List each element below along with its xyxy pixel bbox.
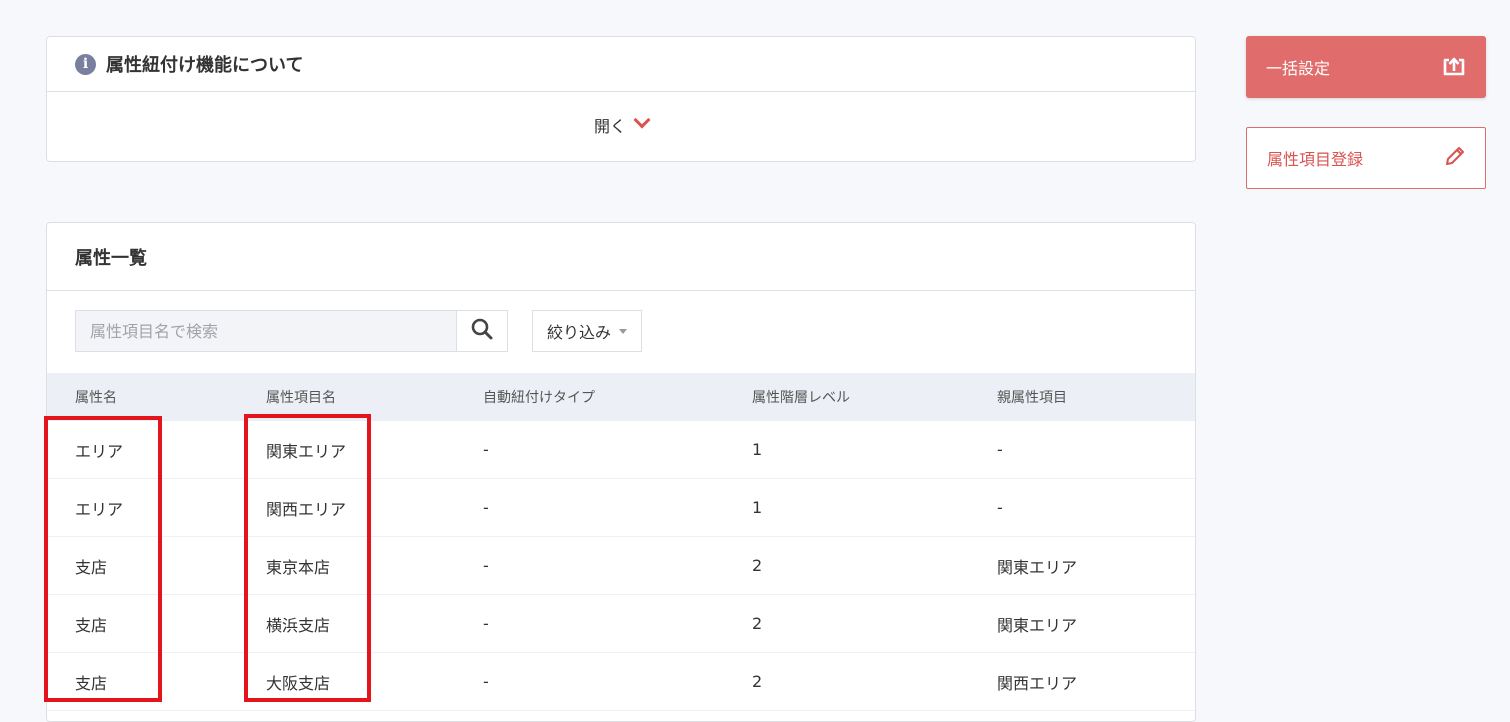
- info-card-title: 属性紐付け機能について: [106, 55, 304, 76]
- cell-parent-item: -: [997, 498, 1003, 517]
- table-row[interactable]: エリア 関東エリア - 1 -: [47, 421, 1195, 479]
- search-input[interactable]: [75, 310, 456, 352]
- expand-toggle[interactable]: 開く: [47, 111, 1195, 137]
- cell-attribute-name: 支店: [75, 557, 108, 577]
- table-row[interactable]: エリア 関西エリア - 1 -: [47, 479, 1195, 537]
- cell-parent-item: 関東エリア: [997, 557, 1078, 577]
- info-icon: i: [75, 53, 96, 75]
- cell-attribute-name: 支店: [75, 673, 108, 693]
- cell-auto-link-type: -: [483, 498, 489, 517]
- cell-attribute-name: エリア: [75, 499, 124, 519]
- cell-auto-link-type: -: [483, 440, 489, 459]
- cell-hierarchy-level: 2: [752, 614, 763, 633]
- table-row[interactable]: 支店 横浜支店 - 2 関東エリア: [47, 595, 1195, 653]
- cell-attribute-name: エリア: [75, 441, 124, 461]
- column-header: 属性階層レベル: [752, 390, 850, 406]
- attribute-list-card: 属性一覧 絞り込み 属性名 属性項目名 自動紐付けタイプ 属性階層レベル 親属性…: [46, 222, 1196, 722]
- cell-attribute-name: 支店: [75, 615, 108, 635]
- register-attribute-item-label: 属性項目登録: [1267, 150, 1364, 169]
- info-card: i 属性紐付け機能について 開く: [46, 36, 1196, 162]
- pencil-icon: [1443, 144, 1467, 172]
- cell-parent-item: -: [997, 440, 1003, 459]
- cell-hierarchy-level: 1: [752, 440, 763, 459]
- attribute-list-title: 属性一覧: [47, 223, 1195, 291]
- cell-hierarchy-level: 1: [752, 498, 763, 517]
- info-card-header: i 属性紐付け機能について: [47, 37, 1195, 92]
- bulk-settings-label: 一括設定: [1266, 59, 1331, 78]
- register-attribute-item-button[interactable]: 属性項目登録: [1246, 127, 1486, 189]
- caret-down-icon: [619, 328, 628, 334]
- column-header: 親属性項目: [997, 390, 1067, 406]
- cell-attribute-item-name: 関西エリア: [266, 499, 347, 519]
- search-bar: 絞り込み: [75, 310, 643, 352]
- expand-toggle-label: 開く: [593, 117, 626, 136]
- cell-hierarchy-level: 2: [752, 556, 763, 575]
- cell-attribute-item-name: 横浜支店: [266, 615, 331, 635]
- cell-attribute-item-name: 関東エリア: [266, 441, 347, 461]
- column-header: 属性名: [75, 390, 117, 406]
- filter-dropdown-label: 絞り込み: [547, 323, 612, 342]
- column-header: 属性項目名: [266, 390, 336, 406]
- cell-auto-link-type: -: [483, 614, 489, 633]
- search-button[interactable]: [456, 310, 508, 352]
- cell-attribute-item-name: 東京本店: [266, 557, 331, 577]
- table-row[interactable]: 支店 東京本店 - 2 関東エリア: [47, 537, 1195, 595]
- search-icon: [470, 317, 494, 345]
- cell-auto-link-type: -: [483, 672, 489, 691]
- bulk-settings-button[interactable]: 一括設定: [1246, 36, 1486, 98]
- attribute-table: 属性名 属性項目名 自動紐付けタイプ 属性階層レベル 親属性項目 エリア 関東エ…: [47, 373, 1195, 711]
- upload-icon: [1442, 54, 1466, 80]
- table-header: 属性名 属性項目名 自動紐付けタイプ 属性階層レベル 親属性項目: [47, 373, 1195, 421]
- cell-attribute-item-name: 大阪支店: [266, 673, 331, 693]
- cell-auto-link-type: -: [483, 556, 489, 575]
- cell-hierarchy-level: 2: [752, 672, 763, 691]
- filter-dropdown[interactable]: 絞り込み: [532, 310, 643, 352]
- column-header: 自動紐付けタイプ: [483, 390, 595, 406]
- table-row[interactable]: 支店 大阪支店 - 2 関西エリア: [47, 653, 1195, 711]
- cell-parent-item: 関東エリア: [997, 615, 1078, 635]
- cell-parent-item: 関西エリア: [997, 673, 1078, 693]
- chevron-down-icon: [633, 111, 651, 129]
